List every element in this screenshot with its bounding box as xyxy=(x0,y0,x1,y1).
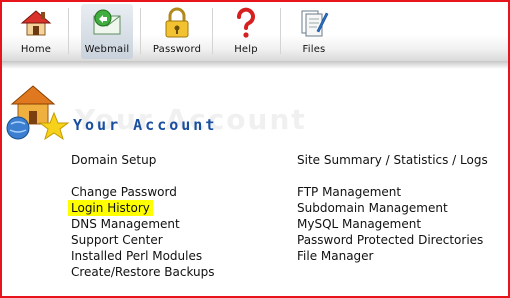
toolbar-separator xyxy=(68,8,69,54)
link-file-manager[interactable]: File Manager xyxy=(297,249,374,263)
link-ftp-management[interactable]: FTP Management xyxy=(297,185,401,199)
toolbar: Home Webmail Password Help Files xyxy=(2,2,508,61)
question-icon xyxy=(237,7,255,38)
toolbar-separator xyxy=(280,8,281,54)
toolbar-files-button[interactable]: Files xyxy=(288,4,340,59)
link-installed-perl-modules[interactable]: Installed Perl Modules xyxy=(71,249,202,263)
toolbar-password-label: Password xyxy=(152,44,202,55)
mail-icon xyxy=(93,9,121,35)
link-mysql-management[interactable]: MySQL Management xyxy=(297,217,421,231)
house-icon xyxy=(20,10,52,36)
files-icon xyxy=(301,10,329,37)
link-create-restore-backups[interactable]: Create/Restore Backups xyxy=(71,265,215,279)
link-subdomain-management[interactable]: Subdomain Management xyxy=(297,201,448,215)
toolbar-webmail-button[interactable]: Webmail xyxy=(81,4,133,59)
section-title: Your Account xyxy=(73,116,218,134)
link-support-center[interactable]: Support Center xyxy=(71,233,163,247)
link-login-history-label: Login History xyxy=(68,200,153,216)
link-site-summary[interactable]: Site Summary / Statistics / Logs xyxy=(297,153,488,167)
link-domain-setup[interactable]: Domain Setup xyxy=(71,153,156,167)
toolbar-separator xyxy=(212,8,213,54)
toolbar-help-label: Help xyxy=(234,44,258,55)
link-change-password[interactable]: Change Password xyxy=(71,185,177,199)
toolbar-shadow xyxy=(2,61,508,69)
padlock-icon xyxy=(165,7,189,38)
link-login-history[interactable]: Login History xyxy=(68,200,153,216)
toolbar-separator xyxy=(140,8,141,54)
account-house-star-globe-icon xyxy=(6,85,70,141)
toolbar-files-label: Files xyxy=(302,44,326,55)
toolbar-home-button[interactable]: Home xyxy=(8,4,64,59)
toolbar-webmail-label: Webmail xyxy=(84,44,130,55)
link-dns-management[interactable]: DNS Management xyxy=(71,217,180,231)
toolbar-password-button[interactable]: Password xyxy=(148,4,206,59)
window-frame: Home Webmail Password Help Files Your Ac… xyxy=(0,0,510,298)
toolbar-help-button[interactable]: Help xyxy=(220,4,272,59)
toolbar-home-label: Home xyxy=(20,44,52,55)
link-password-protected-directories[interactable]: Password Protected Directories xyxy=(297,233,483,247)
